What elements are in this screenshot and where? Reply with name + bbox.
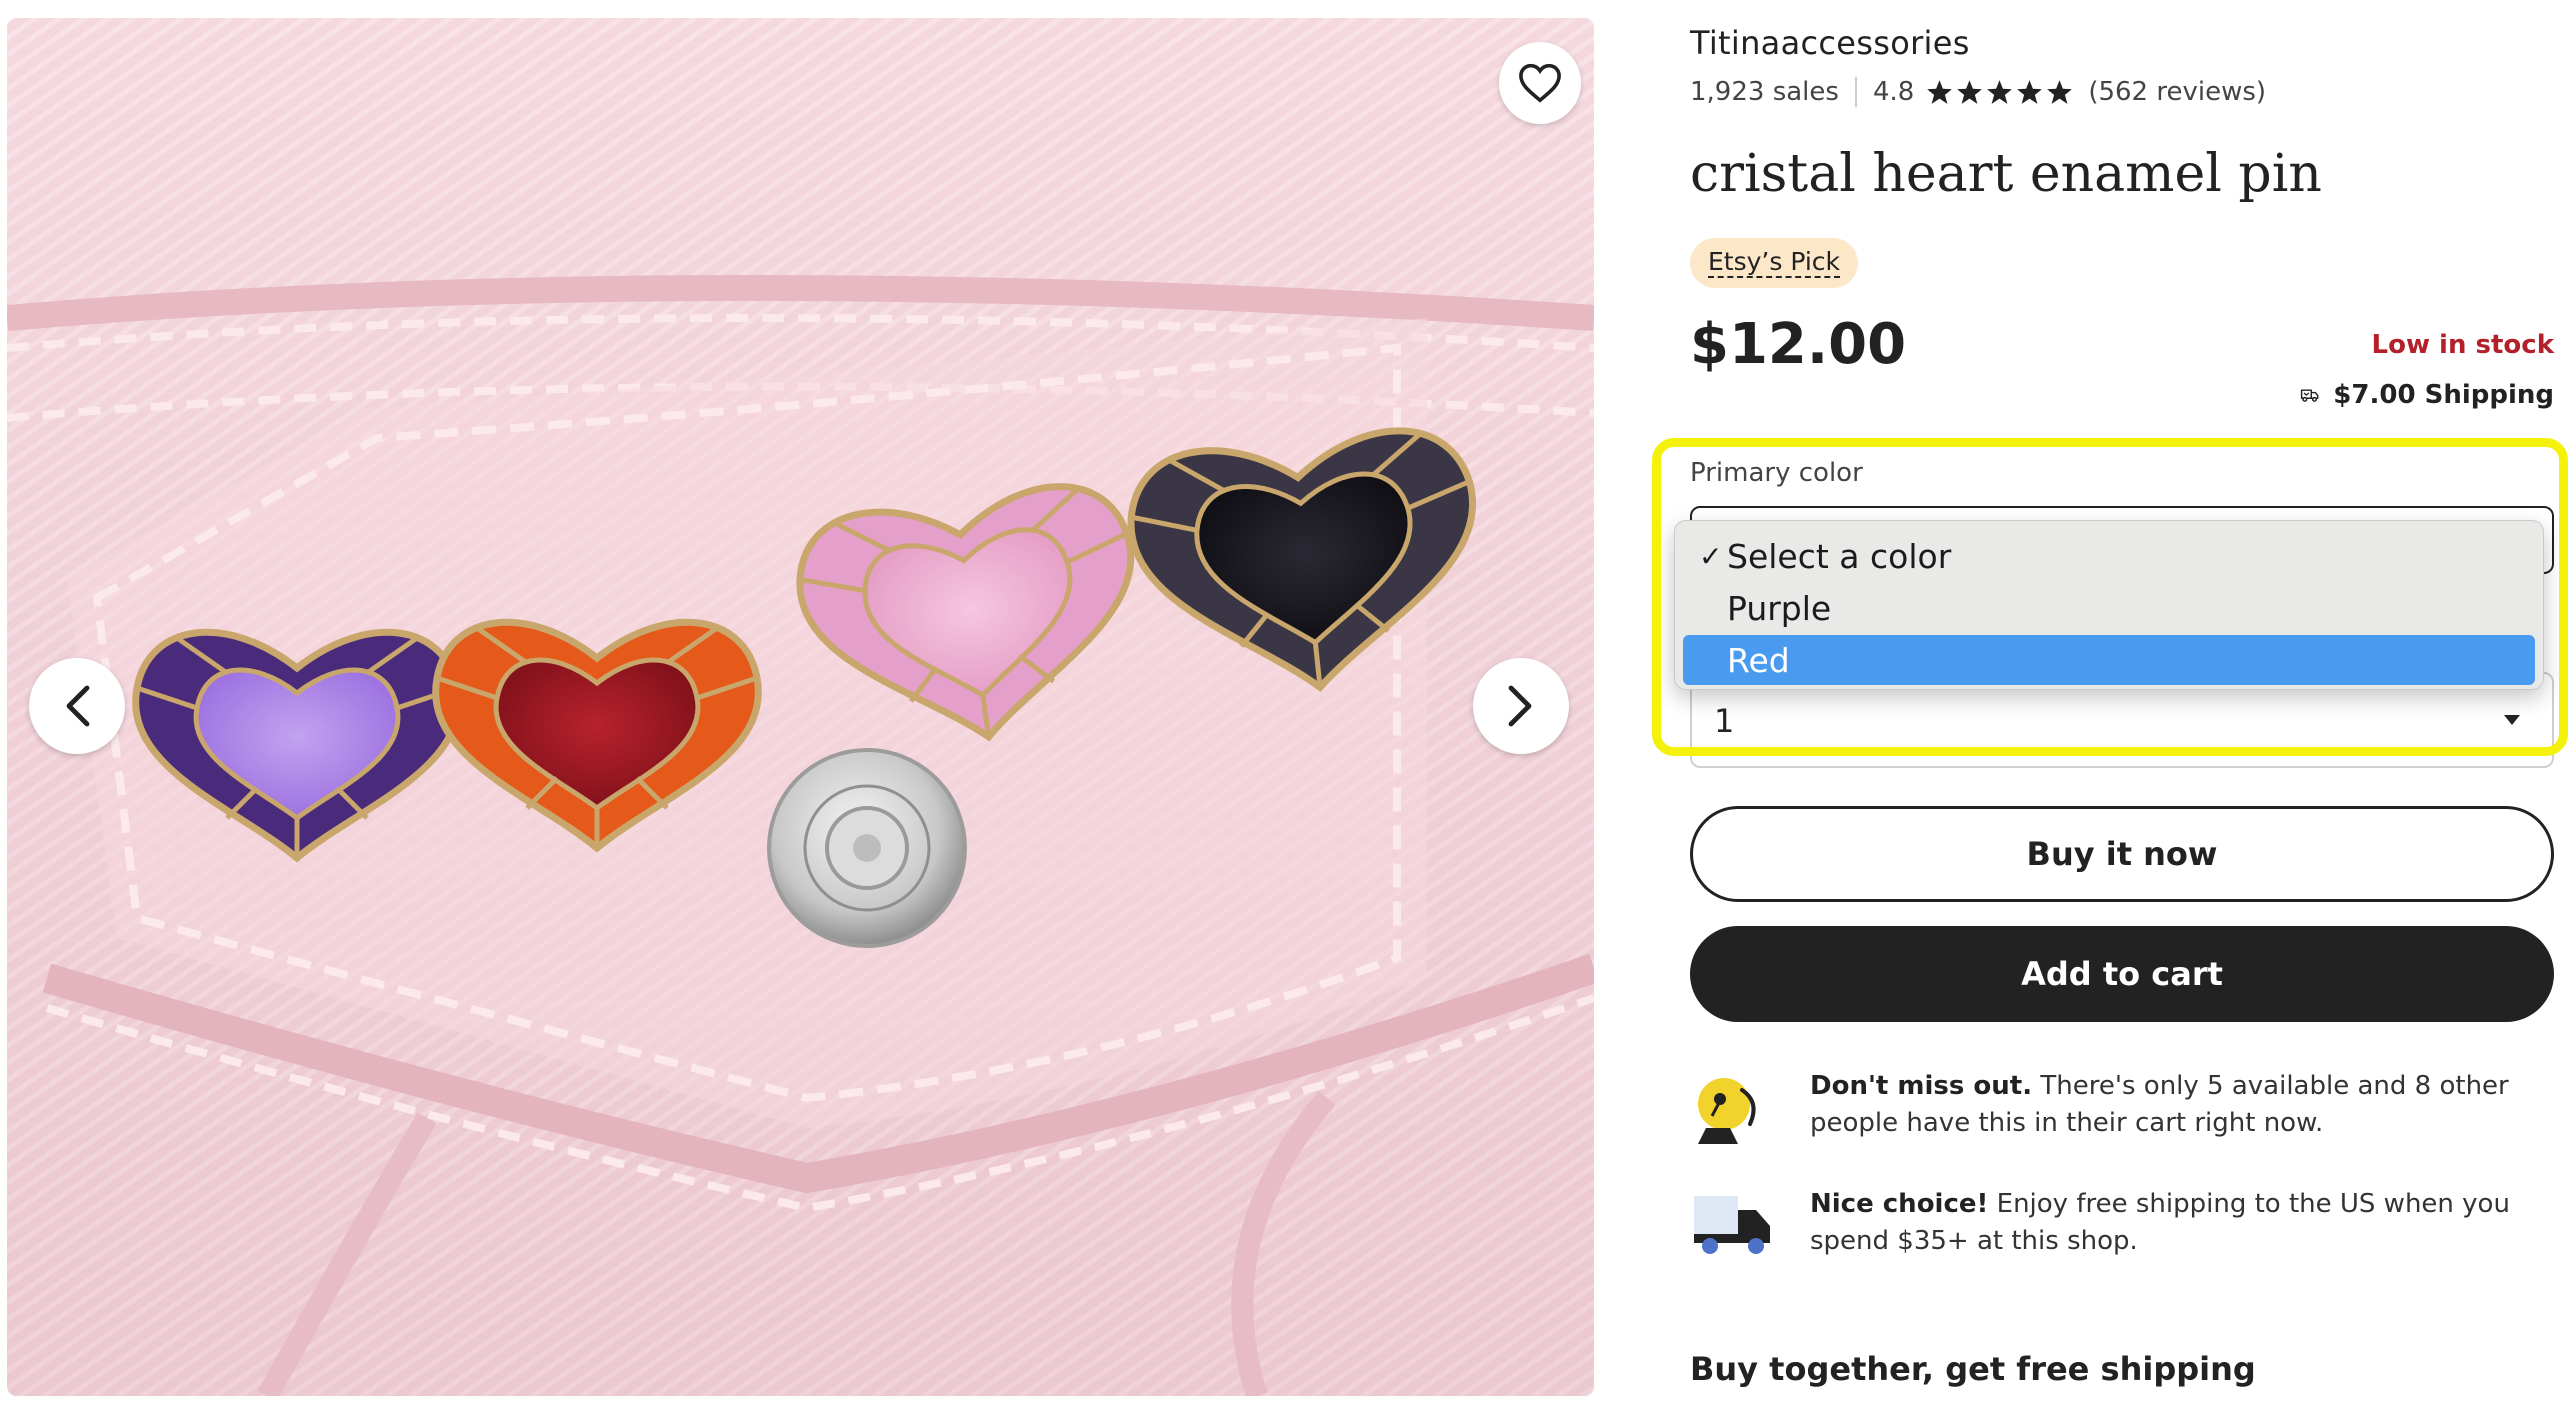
- shipping-truck-icon: [2300, 389, 2319, 402]
- star-icon: [1987, 80, 2013, 104]
- etsys-pick-badge[interactable]: Etsy’s Pick: [1690, 238, 1859, 288]
- free-shipping-text: Nice choice! Enjoy free shipping to the …: [1810, 1186, 2554, 1260]
- denim-pocket-photo: [7, 18, 1594, 1396]
- delivery-truck-icon: [1694, 1196, 1770, 1254]
- highlight-box: [1652, 438, 2568, 756]
- notice-bold: Don't miss out.: [1810, 1071, 2033, 1101]
- star-icon: [1927, 80, 1953, 104]
- favorite-button[interactable]: [1499, 42, 1581, 124]
- free-shipping-notice: Nice choice! Enjoy free shipping to the …: [1690, 1186, 2554, 1262]
- product-price: $12.00: [1690, 312, 1907, 377]
- previous-image-button[interactable]: [29, 658, 125, 754]
- star-icon: [2047, 80, 2073, 104]
- rating-stars[interactable]: [1926, 79, 2076, 105]
- buy-it-now-button[interactable]: Buy it now: [1690, 806, 2554, 902]
- star-icon: [1957, 80, 1983, 104]
- rating-value: 4.8: [1872, 77, 1915, 107]
- sales-count: 1,923 sales: [1690, 77, 1839, 107]
- next-image-button[interactable]: [1473, 658, 1569, 754]
- notice-icon-wrap: [1690, 1068, 1810, 1150]
- notice-bold: Nice choice!: [1810, 1189, 1989, 1219]
- badge-label: Etsy’s Pick: [1708, 247, 1841, 279]
- buy-together-heading: Buy together, get free shipping: [1690, 1350, 2256, 1388]
- scarcity-text: Don't miss out. There's only 5 available…: [1810, 1068, 2554, 1142]
- alarm-bell-icon: [1698, 1078, 1756, 1144]
- chevron-left-icon: [66, 685, 90, 727]
- scarcity-notice: Don't miss out. There's only 5 available…: [1690, 1068, 2554, 1150]
- product-image: [7, 18, 1594, 1396]
- shop-name-link[interactable]: Titinaaccessories: [1690, 24, 1970, 62]
- reviews-link[interactable]: (562 reviews): [2088, 77, 2266, 107]
- shipping-label: $7.00 Shipping: [2333, 380, 2554, 410]
- chevron-right-icon: [1508, 685, 1532, 727]
- divider: [1854, 77, 1857, 107]
- notice-icon-wrap: [1690, 1186, 1810, 1262]
- product-title: cristal heart enamel pin: [1690, 144, 2322, 204]
- stock-status: Low in stock: [2371, 330, 2554, 360]
- shop-meta: 1,923 sales 4.8 (562 reviews): [1690, 72, 2266, 112]
- heart-icon: [1519, 63, 1561, 103]
- add-to-cart-button[interactable]: Add to cart: [1690, 926, 2554, 1022]
- shipping-cost: $7.00 Shipping: [2300, 380, 2554, 410]
- star-icon: [2017, 80, 2043, 104]
